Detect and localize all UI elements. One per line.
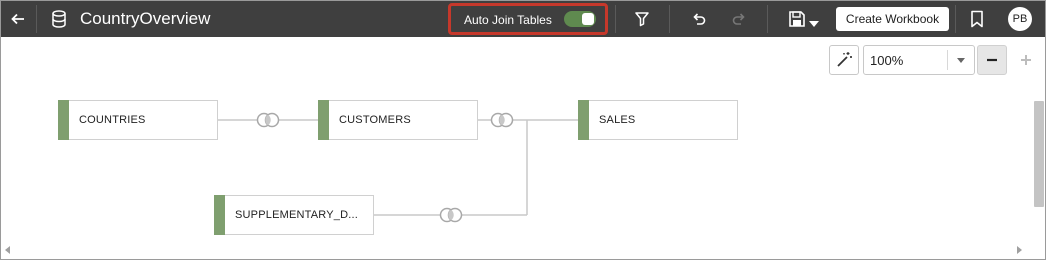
auto-join-tables-control: Auto Join Tables xyxy=(448,3,608,35)
table-node-label: SUPPLEMENTARY_D... xyxy=(235,209,359,221)
create-workbook-button[interactable]: Create Workbook xyxy=(836,7,949,31)
join-diagram xyxy=(218,112,578,223)
join-icon[interactable] xyxy=(490,112,514,128)
table-node-label: SALES xyxy=(599,114,636,126)
table-node-countries[interactable]: COUNTRIES xyxy=(58,100,218,140)
node-accent xyxy=(58,100,69,140)
join-icon[interactable] xyxy=(439,207,463,223)
auto-join-toggle[interactable] xyxy=(564,11,596,27)
node-accent xyxy=(318,100,329,140)
avatar[interactable]: PB xyxy=(1008,7,1032,31)
data-model-window: CountryOverview Auto Join Tables Create … xyxy=(0,0,1046,260)
node-accent xyxy=(578,100,589,140)
node-accent xyxy=(214,195,225,235)
table-node-label: COUNTRIES xyxy=(79,114,146,126)
save-icon[interactable] xyxy=(788,10,806,28)
database-icon xyxy=(51,10,67,28)
toolbar-divider xyxy=(615,5,616,33)
scroll-left-arrow-icon[interactable] xyxy=(5,246,10,254)
toolbar-divider xyxy=(36,5,37,33)
toolbar-divider xyxy=(669,5,670,33)
join-icon[interactable] xyxy=(256,112,280,128)
table-node-supplementary[interactable]: SUPPLEMENTARY_D... xyxy=(214,195,374,235)
table-node-label: CUSTOMERS xyxy=(339,114,411,126)
vertical-scrollbar-thumb[interactable] xyxy=(1034,101,1044,207)
table-node-sales[interactable]: SALES xyxy=(578,100,738,140)
toolbar-divider xyxy=(767,5,768,33)
page-title: CountryOverview xyxy=(80,9,211,28)
redo-icon[interactable] xyxy=(731,11,747,27)
chevron-down-icon[interactable] xyxy=(809,15,819,27)
toggle-knob xyxy=(582,13,594,25)
scroll-right-arrow-icon[interactable] xyxy=(1017,246,1022,254)
bookmark-icon[interactable] xyxy=(970,10,984,28)
undo-icon[interactable] xyxy=(691,11,707,27)
top-toolbar: CountryOverview Auto Join Tables Create … xyxy=(1,1,1045,37)
auto-join-label: Auto Join Tables xyxy=(464,13,552,27)
filter-icon[interactable] xyxy=(634,11,650,27)
toolbar-divider xyxy=(955,5,956,33)
back-arrow-icon[interactable] xyxy=(7,7,29,31)
table-node-customers[interactable]: CUSTOMERS xyxy=(318,100,478,140)
